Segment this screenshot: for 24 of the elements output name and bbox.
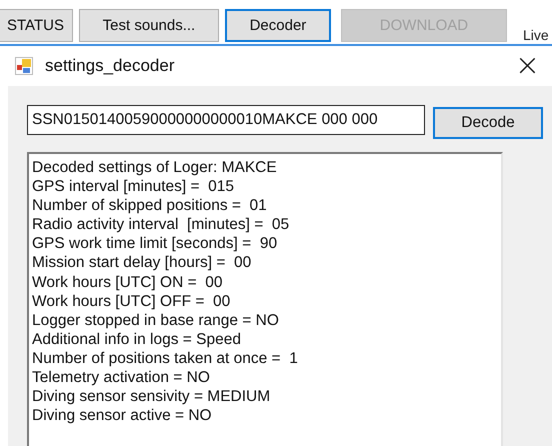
code-input-field[interactable]: SSN01501400590000000000010MAKCE 000 000 [27, 105, 425, 135]
output-line: Logger stopped in base range = NO [32, 310, 279, 330]
output-line: Number of positions taken at once = 1 [32, 348, 298, 368]
output-line: Diving sensor active = NO [32, 406, 212, 426]
live-label: Live [523, 27, 549, 43]
toolbar-button[interactable]: Test sounds... [78, 9, 219, 42]
close-button[interactable]: × [506, 51, 548, 81]
output-line: Work hours [UTC] ON = 00 [32, 272, 223, 292]
decode-button[interactable]: Decode [433, 107, 543, 139]
app-icon [15, 57, 33, 75]
output-line: Telemetry activation = NO [32, 368, 210, 388]
output-line: GPS interval [minutes] = 015 [32, 177, 234, 196]
output-line: GPS work time limit [seconds] = 90 [32, 234, 278, 254]
window-title: settings_decoder [45, 56, 174, 76]
output-line: Diving sensor sensivity = MEDIUM [32, 387, 270, 406]
output-line: Decoded settings of Loger: MAKCE [32, 158, 277, 178]
output-line: Work hours [UTC] OFF = 00 [32, 292, 230, 311]
output-line: Additional info in logs = Speed [32, 330, 241, 349]
output-line: Radio activity interval [minutes] = 05 [32, 215, 290, 234]
output-text-area[interactable] [27, 152, 503, 446]
output-line: Number of skipped positions = 01 [32, 196, 267, 216]
output-line: Mission start delay [hours] = 00 [32, 253, 252, 273]
toolbar-button[interactable]: Decoder [224, 9, 331, 42]
toolbar-button[interactable]: STATUS [0, 9, 73, 42]
